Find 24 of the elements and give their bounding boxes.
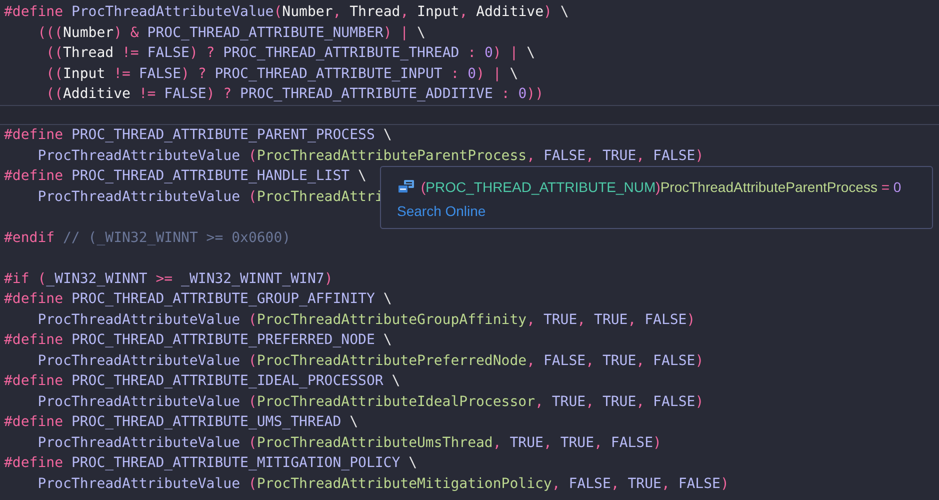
- code-line: ProcThreadAttributeValue (ProcThreadAttributeGroupAffinity, TRUE, TRUE, FALSE): [36, 310, 696, 330]
- code-line: ProcThreadAttributeValue (ProcThreadAttributeIdealProcessor, TRUE, TRUE, FALSE): [36, 392, 704, 412]
- code-line: ProcThreadAttributeValue (ProcThreadAttri: [36, 188, 384, 206]
- code-line: #define PROC_THREAD_ATTRIBUTE_PARENT_PROCESS \: [3, 126, 392, 145]
- code-line: #define PROC_THREAD_ATTRIBUTE_MITIGATION_POLICY \: [3, 454, 418, 473]
- signature-text: (PROC_THREAD_ATTRIBUTE_NUM)ProcThreadAttributeParentProcess = 0: [421, 179, 902, 195]
- code-line: (((Number) & PROC_THREAD_ATTRIBUTE_NUMBER) | \: [36, 24, 426, 42]
- code-line: ((Input != FALSE) ? PROC_THREAD_ATTRIBUTE_INPUT : 0) | \: [45, 64, 518, 84]
- code-line: ProcThreadAttributeValue (ProcThreadAttributeUmsThread, TRUE, TRUE, FALSE): [36, 434, 662, 452]
- code-line: ProcThreadAttributeValue (ProcThreadAttributeParentProcess, FALSE, TRUE, FALSE): [36, 146, 704, 166]
- code-line: #define PROC_THREAD_ATTRIBUTE_UMS_THREAD \: [3, 413, 358, 432]
- code-line: #if (_WIN32_WINNT >= _WIN32_WINNT_WIN7): [3, 270, 333, 288]
- code-line: ((Thread != FALSE) ? PROC_THREAD_ATTRIBUTE_THREAD : 0) | \: [45, 44, 536, 63]
- code-line: ((Additive != FALSE) ? PROC_THREAD_ATTRIBUTE_ADDITIVE : 0)): [45, 85, 544, 104]
- search-online-link[interactable]: Search Online: [397, 203, 486, 219]
- code-line: #define ProcThreadAttributeValue(Number, Thread, Input, Additive) \: [3, 3, 569, 22]
- code-line: #define PROC_THREAD_ATTRIBUTE_GROUP_AFFINITY \: [3, 290, 392, 309]
- code-line: #define PROC_THREAD_ATTRIBUTE_IDEAL_PROCESSOR \: [3, 372, 400, 391]
- code-line: #define PROC_THREAD_ATTRIBUTE_PREFERRED_NODE \: [3, 331, 392, 350]
- enum-icon: [397, 179, 415, 195]
- code-line: #define PROC_THREAD_ATTRIBUTE_HANDLE_LIST \: [3, 167, 366, 186]
- code-line: #endif // (_WIN32_WINNT >= 0x0600): [3, 228, 291, 248]
- code-line: ProcThreadAttributeValue (ProcThreadAttributeMitigationPolicy, FALSE, TRUE, FALSE): [36, 474, 729, 494]
- code-line: ProcThreadAttributeValue (ProcThreadAttributePreferredNode, FALSE, TRUE, FALSE): [36, 352, 704, 370]
